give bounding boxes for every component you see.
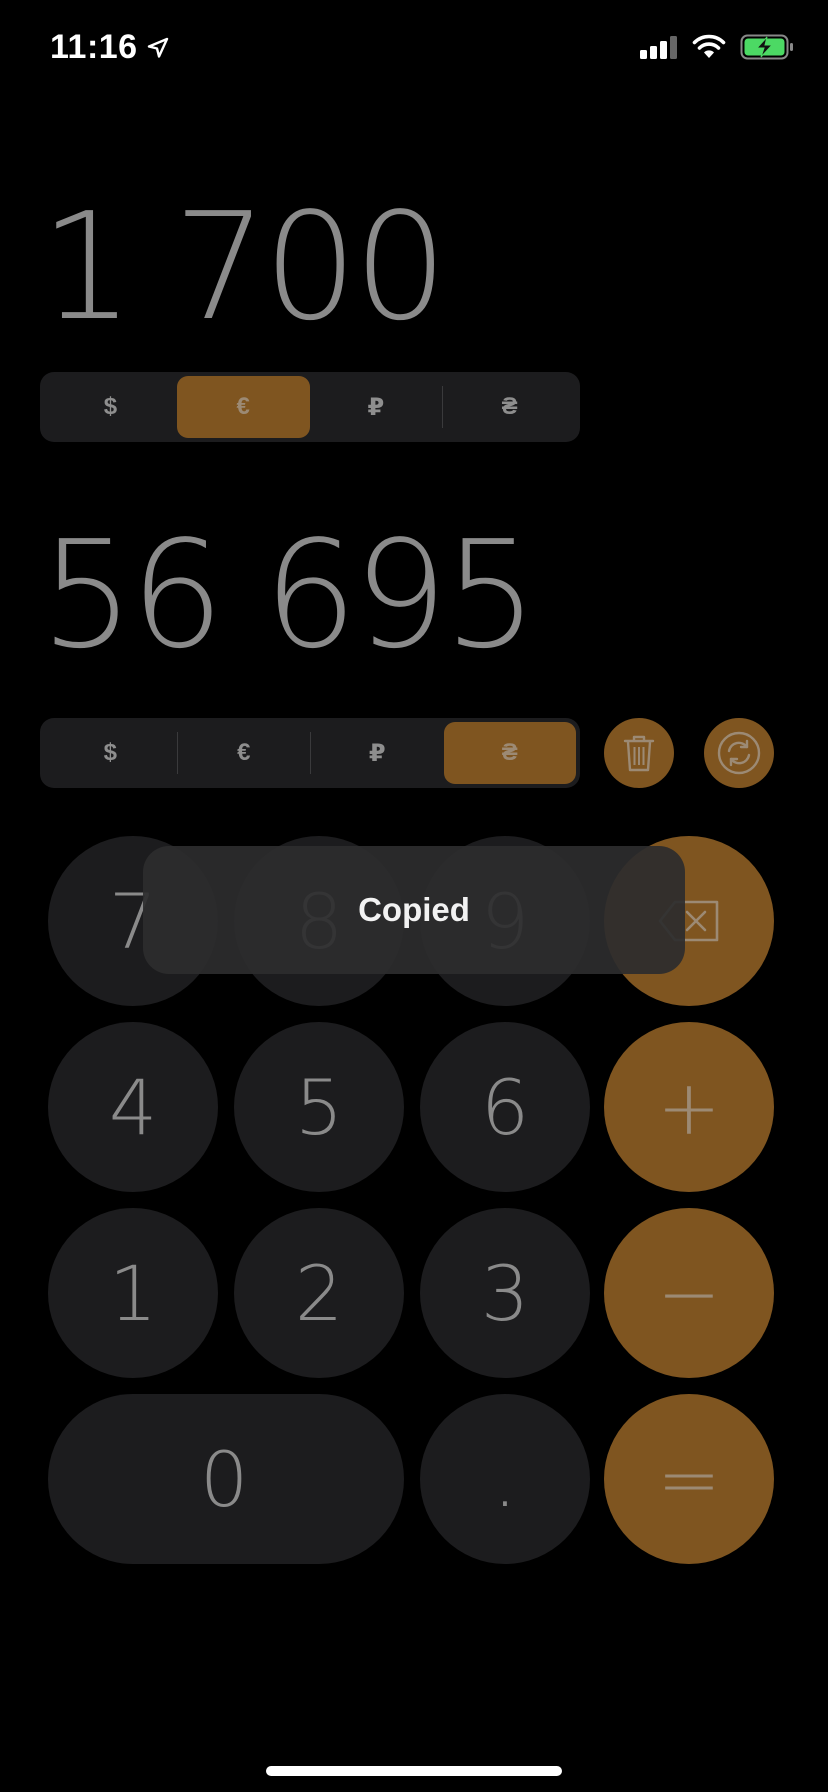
status-bar-icons [640,34,794,60]
decimal-button[interactable]: . [420,1394,590,1564]
key-5[interactable]: 5 [234,1022,404,1192]
cellular-signal-icon [640,36,677,59]
source-currency-rub[interactable]: ₽ [310,376,443,438]
location-arrow-icon [147,37,168,58]
key-3[interactable]: 3 [420,1208,590,1378]
source-currency-eur[interactable]: € [176,376,310,438]
clear-button[interactable] [604,718,674,788]
battery-charging-icon [740,34,793,60]
toast-message: Copied [358,891,470,928]
source-amount-display[interactable]: 1 700 [40,192,448,342]
target-currency-eur[interactable]: € [178,722,311,784]
add-button[interactable]: + [604,1022,774,1192]
key-2[interactable]: 2 [234,1208,404,1378]
home-indicator[interactable] [266,1766,562,1776]
copied-toast: Copied [143,846,685,974]
source-currency-selector[interactable]: $ € ₽ ₴ [40,372,580,442]
subtract-button[interactable]: − [604,1208,774,1378]
wifi-icon [692,34,726,58]
status-bar-time: 11:16 [50,28,170,67]
target-currency-selector[interactable]: $ € ₽ ₴ [40,718,580,788]
source-currency-uah[interactable]: ₴ [443,376,576,438]
target-currency-usd[interactable]: $ [44,722,177,784]
key-4[interactable]: 4 [48,1022,218,1192]
swap-currencies-button[interactable] [704,718,774,788]
swap-icon [717,731,761,775]
key-0[interactable]: 0 [48,1394,404,1564]
time-label: 11:16 [50,28,138,66]
equals-button[interactable]: = [604,1394,774,1564]
target-amount-display[interactable]: 56 695 [40,520,538,670]
key-6[interactable]: 6 [420,1022,590,1192]
key-1[interactable]: 1 [48,1208,218,1378]
trash-icon [623,735,655,772]
source-currency-usd[interactable]: $ [44,376,177,438]
target-currency-rub[interactable]: ₽ [311,722,444,784]
target-currency-uah[interactable]: ₴ [443,722,576,784]
